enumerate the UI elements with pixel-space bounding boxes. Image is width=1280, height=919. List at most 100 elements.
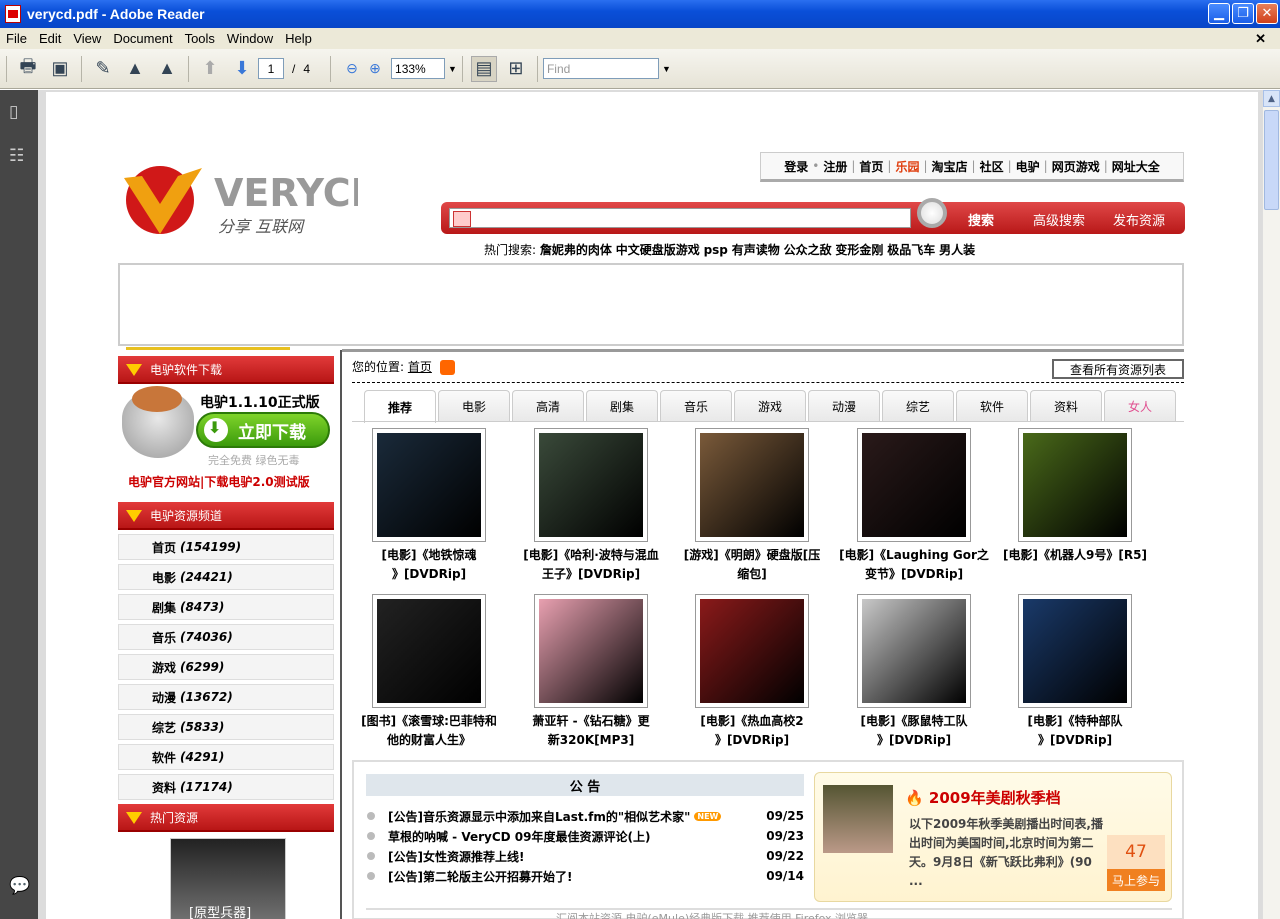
nav-taobao[interactable]: 淘宝店 <box>929 158 971 175</box>
menu-document[interactable]: Document <box>107 31 178 46</box>
nav-community[interactable]: 社区 <box>977 158 1007 175</box>
close-button[interactable]: ✕ <box>1256 3 1278 24</box>
resource-title[interactable]: [电影]《豚鼠特工队 》[DVDRip] <box>839 712 989 750</box>
hot-item[interactable]: 有声读物 <box>732 243 780 257</box>
tab-anime[interactable]: 动漫 <box>808 390 880 422</box>
download-now-button[interactable]: 立即下载 <box>196 412 330 448</box>
hot-resource-image[interactable]: [原型兵器] <box>170 838 286 919</box>
channel-item[interactable]: 动漫 (13672) <box>118 684 334 710</box>
zoom-input[interactable]: 133% <box>391 58 446 79</box>
resource-poster[interactable] <box>695 428 809 542</box>
prev-page-icon[interactable]: ⬆ <box>197 56 223 82</box>
search-input[interactable] <box>449 208 911 228</box>
tab-variety[interactable]: 综艺 <box>882 390 954 422</box>
hot-item[interactable]: 变形金刚 <box>835 243 883 257</box>
channel-item[interactable]: 电影 (24421) <box>118 564 334 590</box>
rss-icon[interactable] <box>439 360 455 375</box>
minimize-button[interactable]: ▁ <box>1208 3 1230 24</box>
resource-poster[interactable] <box>857 594 971 708</box>
resource-item[interactable]: [图书]《滚雪球:巴菲特和 他的财富人生》 <box>354 594 504 750</box>
notice-item[interactable]: [公告]第二轮版主公开招募开始了! 09/14 <box>366 866 806 886</box>
promo-title[interactable]: 🔥 2009年美剧秋季档 <box>905 787 1061 808</box>
tab-women[interactable]: 女人 <box>1104 390 1176 422</box>
tab-docs[interactable]: 资料 <box>1030 390 1102 422</box>
nav-sites[interactable]: 网址大全 <box>1109 158 1163 175</box>
pages-icon[interactable]: ▯ <box>9 102 29 124</box>
resource-title[interactable]: [电影]《机器人9号》[R5] <box>1000 546 1150 565</box>
hot-item[interactable]: psp <box>704 243 728 257</box>
nav-home[interactable]: 首页 <box>856 158 886 175</box>
resource-title[interactable]: [电影]《Laughing Gor之 变节》[DVDRip] <box>839 546 989 584</box>
hot-item[interactable]: 公众之敌 <box>784 243 832 257</box>
nav-paradise[interactable]: 乐园 <box>892 158 922 175</box>
search-type-icon[interactable] <box>453 211 471 227</box>
resource-title[interactable]: 萧亚轩 -《钻石糖》更 新320K[MP3] <box>516 712 666 750</box>
hot-item[interactable]: 男人装 <box>939 243 975 257</box>
zoom-dropdown-icon[interactable]: ▼ <box>448 64 457 74</box>
channel-item[interactable]: 综艺 (5833) <box>118 714 334 740</box>
tab-games[interactable]: 游戏 <box>734 390 806 422</box>
nav-webgames[interactable]: 网页游戏 <box>1049 158 1103 175</box>
tab-series[interactable]: 剧集 <box>586 390 658 422</box>
resource-poster[interactable] <box>857 428 971 542</box>
resource-poster[interactable] <box>1018 594 1132 708</box>
resource-title[interactable]: [游戏]《明朗》硬盘版[压 缩包] <box>677 546 827 584</box>
hot-item[interactable]: 中文硬盘版游戏 <box>616 243 700 257</box>
bookmarks-icon[interactable]: ☷ <box>9 146 29 168</box>
resource-title[interactable]: [图书]《滚雪球:巴菲特和 他的财富人生》 <box>354 712 504 750</box>
menu-file[interactable]: File <box>0 31 33 46</box>
channel-item[interactable]: 游戏 (6299) <box>118 654 334 680</box>
nav-register[interactable]: 注册 <box>820 158 850 175</box>
comments-icon[interactable]: 💬 <box>9 876 30 898</box>
notice-item[interactable]: [公告]音乐资源显示中添加来自Last.fm的"相似艺术家" NEW 09/25 <box>366 806 806 826</box>
resource-poster[interactable] <box>534 428 648 542</box>
notice-item[interactable]: [公告]女性资源推荐上线! 09/22 <box>366 846 806 866</box>
menu-help[interactable]: Help <box>279 31 318 46</box>
menu-edit[interactable]: Edit <box>33 31 67 46</box>
fit-width-icon[interactable]: ▤ <box>470 55 497 82</box>
resource-item[interactable]: [电影]《机器人9号》[R5] <box>1000 428 1150 565</box>
share-icon[interactable]: ▣ <box>47 56 73 82</box>
resource-poster[interactable] <box>695 594 809 708</box>
resource-item[interactable]: [电影]《Laughing Gor之 变节》[DVDRip] <box>839 428 989 584</box>
resource-poster[interactable] <box>1018 428 1132 542</box>
resource-poster[interactable] <box>372 428 486 542</box>
tab-recommended[interactable]: 推荐 <box>364 390 436 423</box>
zoom-in-icon[interactable]: ⊕ <box>362 56 388 82</box>
vertical-scrollbar[interactable]: ▲ <box>1262 90 1280 919</box>
channel-item[interactable]: 音乐 (74036) <box>118 624 334 650</box>
menu-view[interactable]: View <box>67 31 107 46</box>
find-input[interactable]: Find <box>542 58 659 79</box>
resource-item[interactable]: [电影]《特种部队 》[DVDRip] <box>1000 594 1150 750</box>
scroll-up-icon[interactable]: ▲ <box>1263 90 1280 107</box>
channel-item[interactable]: 软件 (4291) <box>118 744 334 770</box>
resource-title[interactable]: [电影]《热血高校2 》[DVDRip] <box>677 712 827 750</box>
nav-emule[interactable]: 电驴 <box>1013 158 1043 175</box>
tab-movie[interactable]: 电影 <box>438 390 510 422</box>
promo-image[interactable] <box>823 785 893 853</box>
scroll-thumb[interactable] <box>1264 110 1279 210</box>
fit-page-icon[interactable]: ⊞ <box>503 56 529 82</box>
publish-button[interactable]: 发布资源 <box>1113 210 1165 229</box>
resource-title[interactable]: [电影]《哈利·波特与混血 王子》[DVDRip] <box>516 546 666 584</box>
print-icon[interactable]: 🖶 <box>15 56 41 82</box>
find-dropdown-icon[interactable]: ▼ <box>662 64 671 74</box>
resource-item[interactable]: [游戏]《明朗》硬盘版[压 缩包] <box>677 428 827 584</box>
tab-music[interactable]: 音乐 <box>660 390 732 422</box>
chart-tool-icon[interactable]: ▲ <box>122 56 148 82</box>
nav-login[interactable]: 登录 <box>781 158 811 175</box>
advanced-search-button[interactable]: 高级搜索 <box>1033 210 1085 229</box>
find-tool-icon[interactable]: ✎ <box>90 56 116 82</box>
resource-title[interactable]: [电影]《地铁惊魂 》[DVDRip] <box>354 546 504 584</box>
hot-item[interactable]: 极品飞车 <box>887 243 935 257</box>
next-page-icon[interactable]: ⬇ <box>229 56 255 82</box>
resource-item[interactable]: [电影]《哈利·波特与混血 王子》[DVDRip] <box>516 428 666 584</box>
channel-item[interactable]: 资料 (17174) <box>118 774 334 800</box>
breadcrumb-home-link[interactable]: 首页 <box>408 360 432 374</box>
search-button[interactable]: 搜索 <box>968 210 994 229</box>
hot-item[interactable]: 詹妮弗的肉体 <box>540 243 612 257</box>
notice-item[interactable]: 草根的呐喊 - VeryCD 09年度最佳资源评论(上) 09/23 <box>366 826 806 846</box>
resource-poster[interactable] <box>372 594 486 708</box>
resource-poster[interactable] <box>534 594 648 708</box>
resource-item[interactable]: [电影]《地铁惊魂 》[DVDRip] <box>354 428 504 584</box>
